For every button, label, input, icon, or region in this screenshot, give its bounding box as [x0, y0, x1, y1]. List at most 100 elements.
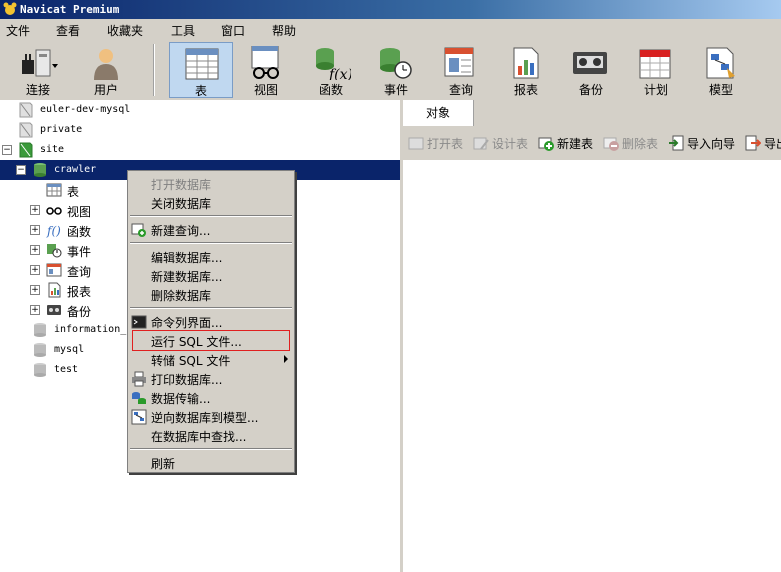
toolbar-function-label: 函数: [318, 83, 343, 97]
model-icon: [131, 409, 147, 425]
tree-label: 事件: [67, 245, 92, 259]
menu-run-sql-file[interactable]: 运行 SQL 文件...: [132, 330, 290, 351]
menu-item-label: 新建数据库...: [151, 270, 223, 284]
database-context-menu: 打开数据库 关闭数据库 新建查询... 编辑数据库... 新建数据库... 删除…: [127, 170, 295, 473]
toolbar-backup-button[interactable]: 备份: [559, 42, 623, 98]
navicat-logo-icon: [3, 2, 17, 15]
add-icon: [538, 137, 554, 151]
new-query-icon: [131, 223, 146, 237]
toolbar-report-button[interactable]: 报表: [494, 42, 558, 98]
import-icon: [669, 135, 684, 151]
menu-item-label: 刷新: [151, 457, 176, 471]
expand-icon[interactable]: +: [30, 225, 40, 235]
connection-open-icon: [19, 142, 33, 158]
toolbar-user-button[interactable]: 用户: [74, 42, 138, 98]
main-toolbar: 连接 用户 表 视图 f(x) 函数 事件 查询 报表 备份 计划 模型: [0, 40, 781, 101]
menu-close-database[interactable]: 关闭数据库: [128, 193, 294, 212]
expand-icon[interactable]: +: [30, 285, 40, 295]
menu-tools[interactable]: 工具: [171, 22, 195, 39]
menu-new-database[interactable]: 新建数据库...: [128, 266, 294, 285]
collapse-icon[interactable]: −: [16, 165, 26, 175]
calendar-icon: [639, 49, 671, 79]
tree-label: 函数: [67, 225, 92, 239]
function-icon: f(): [46, 224, 61, 238]
menu-separator: [130, 242, 292, 244]
submenu-arrow-icon: [284, 355, 288, 363]
window-title: Navicat Premium: [20, 3, 120, 16]
menu-print-database[interactable]: 打印数据库...: [128, 369, 294, 388]
printer-icon: [132, 371, 146, 387]
table-icon: [46, 183, 62, 197]
tab-strip: 对象: [403, 100, 781, 126]
menu-refresh[interactable]: 刷新: [128, 453, 294, 472]
toolbar-schedule-button[interactable]: 计划: [624, 42, 688, 98]
button-label: 设计表: [492, 137, 529, 151]
menu-item-label: 打开数据库: [151, 178, 212, 192]
toolbar-view-button[interactable]: 视图: [234, 42, 298, 98]
menu-item-label: 关闭数据库: [151, 197, 212, 211]
menu-item-label: 新建查询...: [151, 224, 211, 238]
design-table-icon: [473, 137, 489, 150]
menu-dump-sql-file[interactable]: 转储 SQL 文件: [128, 350, 294, 369]
data-transfer-icon: [132, 392, 146, 404]
menu-window[interactable]: 窗口: [221, 22, 245, 39]
menu-view[interactable]: 查看: [56, 22, 80, 39]
menu-new-query[interactable]: 新建查询...: [128, 220, 294, 239]
report-icon: [48, 282, 61, 298]
toolbar-query-button[interactable]: 查询: [429, 42, 493, 98]
button-label: 打开表: [427, 137, 464, 151]
toolbar-table-button[interactable]: 表: [169, 42, 233, 98]
database-open-icon: [34, 163, 46, 177]
toolbar-report-label: 报表: [513, 83, 538, 97]
menu-separator: [130, 307, 292, 309]
object-toolbar: 打开表 设计表 新建表 删除表 导入向导 导出: [403, 126, 781, 160]
menu-bar: 文件 查看 收藏夹 工具 窗口 帮助: [0, 19, 781, 40]
menu-item-label: 数据传输...: [151, 392, 211, 406]
button-label: 导出: [764, 137, 781, 151]
menu-reverse-to-model[interactable]: 逆向数据库到模型...: [128, 407, 294, 426]
tree-label: information_: [54, 324, 127, 335]
expand-icon[interactable]: +: [30, 265, 40, 275]
menu-find-in-database[interactable]: 在数据库中查找...: [128, 426, 294, 445]
function-icon: f(x): [316, 48, 351, 80]
menu-item-label: 打印数据库...: [151, 373, 223, 387]
report-icon: [513, 47, 539, 79]
user-icon: [94, 49, 118, 80]
menu-data-transfer[interactable]: 数据传输...: [128, 388, 294, 407]
collapse-icon[interactable]: −: [2, 145, 12, 155]
menu-help[interactable]: 帮助: [272, 22, 296, 39]
event-icon: [380, 48, 412, 79]
menu-command-line[interactable]: 命令列界面...: [128, 312, 294, 331]
plug-icon: [22, 49, 58, 77]
expand-icon[interactable]: +: [30, 245, 40, 255]
glasses-icon: [251, 46, 279, 79]
svg-text:f(x): f(x): [328, 67, 351, 80]
menu-delete-database[interactable]: 删除数据库: [128, 285, 294, 304]
toolbar-event-button[interactable]: 事件: [364, 42, 428, 98]
menu-open-database[interactable]: 打开数据库: [128, 174, 294, 193]
tree-connection-private[interactable]: private: [0, 120, 400, 140]
toolbar-model-button[interactable]: 模型: [689, 42, 753, 98]
tab-objects[interactable]: 对象: [403, 100, 474, 126]
expand-icon[interactable]: +: [30, 305, 40, 315]
tree-connection-euler-dev-mysql[interactable]: euler-dev-mysql: [0, 100, 400, 120]
tree-label: 表: [67, 185, 80, 199]
svg-text:f(): f(): [46, 224, 61, 238]
menu-item-label: 编辑数据库...: [151, 251, 223, 265]
table-icon: [185, 48, 219, 80]
menu-edit-database[interactable]: 编辑数据库...: [128, 247, 294, 266]
menu-file[interactable]: 文件: [6, 22, 30, 39]
menu-item-label: 转储 SQL 文件: [151, 354, 231, 368]
menu-favorites[interactable]: 收藏夹: [107, 22, 143, 39]
database-closed-icon: [34, 343, 46, 357]
toolbar-connect-button[interactable]: 连接: [6, 42, 70, 98]
menu-item-label: 运行 SQL 文件...: [151, 335, 242, 349]
connection-closed-icon: [19, 122, 33, 138]
tree-connection-site[interactable]: − site: [0, 140, 400, 160]
database-closed-icon: [34, 323, 46, 337]
tree-label: test: [54, 364, 79, 375]
expand-icon[interactable]: +: [30, 205, 40, 215]
toolbar-function-button[interactable]: f(x) 函数: [299, 42, 363, 98]
menu-item-label: 在数据库中查找...: [151, 430, 247, 444]
console-icon: [131, 315, 147, 329]
